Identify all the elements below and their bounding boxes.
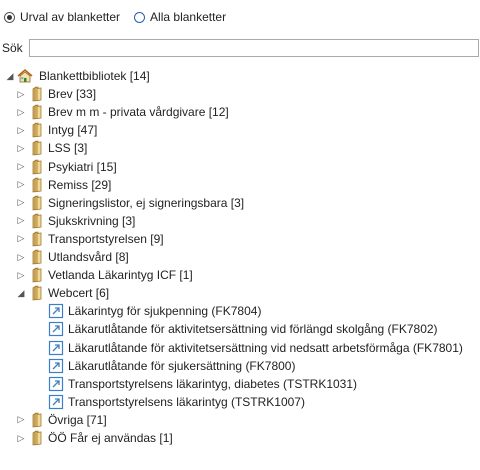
expand-arrow-icon[interactable]: ▷ (14, 212, 28, 230)
folder-icon (28, 86, 44, 102)
expand-arrow-icon[interactable]: ▷ (14, 139, 28, 157)
expand-arrow-icon[interactable]: ▷ (14, 103, 28, 121)
tree-folder-item[interactable]: ▷ Signeringslistor, ej signeringsbara [3] (14, 194, 244, 212)
tree-folder-label: Vetlanda Läkarintyg ICF [1] (48, 268, 193, 283)
folder-icon (28, 412, 44, 428)
tree-folder-label: Brev m m - privata vårdgivare [12] (48, 105, 229, 120)
tree-folder-label: Utlandsvård [8] (48, 250, 129, 264)
tree-folder-item[interactable]: ▷ Sjukskrivning [3] (14, 212, 135, 230)
tree-root-item[interactable]: ◢ Blankettbibliotek [14] (3, 67, 150, 85)
tree-form-item[interactable]: Läkarutlåtande för sjukersättning (FK780… (48, 357, 295, 375)
folder-icon (28, 158, 44, 175)
external-link-icon (48, 340, 64, 356)
search-label: Sök (2, 41, 23, 55)
tree-folder-label: Remiss [29] (48, 177, 112, 192)
folder-icon (28, 213, 44, 229)
expand-arrow-icon[interactable]: ▷ (14, 411, 28, 429)
tree-folder-item[interactable]: ▷ ÖÖ Får ej användas [1] (14, 429, 173, 447)
tree-folder-item[interactable]: ▷ Utlandsvård [8] (14, 248, 129, 266)
tree-folder-label: Psykiatri [15] (48, 159, 117, 174)
folder-icon (28, 122, 44, 138)
expand-arrow-icon[interactable]: ▷ (14, 248, 28, 266)
tree-form-label: Läkarintyg för sjukpenning (FK7804) (68, 304, 262, 319)
tree-form-label: Läkarutlåtande för aktivitetsersättning … (68, 340, 463, 355)
tree-form-item[interactable]: Transportstyrelsens läkarintyg (TSTRK100… (48, 393, 305, 411)
tree-folder-item[interactable]: ▷ Transportstyrelsen [9] (14, 230, 164, 248)
expand-arrow-icon[interactable]: ▷ (14, 230, 28, 248)
tree-folder-label: Signeringslistor, ej signeringsbara [3] (48, 195, 245, 210)
tree-form-item[interactable]: Transportstyrelsens läkarintyg, diabetes… (48, 375, 357, 393)
external-link-icon (48, 394, 64, 410)
external-link-icon (48, 376, 64, 392)
folder-icon (28, 176, 44, 193)
folder-icon (28, 249, 44, 265)
collapse-arrow-icon[interactable]: ◢ (3, 67, 17, 85)
expand-arrow-icon[interactable]: ▷ (14, 85, 28, 103)
radio-selected-icon[interactable] (4, 11, 15, 23)
tree-folder-label: Sjukskrivning [3] (48, 213, 136, 228)
folder-icon (28, 231, 44, 247)
search-input[interactable] (29, 39, 479, 57)
folder-icon (28, 140, 44, 156)
folder-icon (28, 285, 44, 301)
radio-alla[interactable]: Alla blanketter (134, 10, 226, 24)
home-icon (17, 68, 33, 84)
search-bar: Sök (2, 37, 480, 59)
external-link-icon (48, 358, 64, 374)
tree-folder-label: Transportstyrelsen [9] (48, 231, 164, 246)
tree-folder-label: LSS [3] (48, 141, 88, 156)
collapse-arrow-icon[interactable]: ◢ (14, 284, 28, 302)
folder-icon (28, 430, 44, 446)
tree-form-item[interactable]: Läkarintyg för sjukpenning (FK7804) (48, 302, 261, 320)
expand-arrow-icon[interactable]: ▷ (14, 194, 28, 212)
tree-folder-label: ÖÖ Får ej användas [1] (48, 431, 173, 445)
radio-urval-label: Urval av blanketter (20, 10, 121, 24)
tree-folder-item[interactable]: ▷ Remiss [29] (14, 176, 111, 194)
tree-folder-item[interactable]: ▷ Brev m m - privata vårdgivare [12] (14, 103, 229, 121)
tree-folder-label: Intyg [47] (48, 123, 98, 138)
expand-arrow-icon[interactable]: ▷ (14, 176, 28, 194)
expand-arrow-icon[interactable]: ▷ (14, 266, 28, 284)
external-link-icon (48, 321, 64, 337)
expand-arrow-icon[interactable]: ▷ (14, 121, 28, 139)
tree-form-label: Transportstyrelsens läkarintyg (TSTRK100… (68, 394, 305, 409)
tree-form-label: Transportstyrelsens läkarintyg, diabetes… (68, 376, 358, 391)
radio-unselected-icon[interactable] (134, 11, 146, 23)
tree-folder-item[interactable]: ▷ Vetlanda Läkarintyg ICF [1] (14, 266, 193, 284)
tree-folder-label: Övriga [71] (48, 412, 107, 427)
tree-form-label: Läkarutlåtande för sjukersättning (FK780… (68, 358, 296, 373)
expand-arrow-icon[interactable]: ▷ (14, 158, 28, 176)
tree-folder-item[interactable]: ▷ Psykiatri [15] (14, 158, 117, 176)
tree-folder-item[interactable]: ▷ Övriga [71] (14, 411, 107, 429)
tree-folder-item[interactable]: ▷ Intyg [47] (14, 121, 97, 139)
tree-folder-label: Brev [33] (48, 87, 97, 102)
tree-form-item[interactable]: Läkarutlåtande för aktivitetsersättning … (48, 320, 438, 338)
tree-folder-label: Webcert [6] (48, 286, 110, 301)
expand-arrow-icon[interactable]: ▷ (14, 429, 28, 447)
tree-folder-item[interactable]: ◢ Webcert [6] (14, 284, 109, 302)
folder-icon (28, 267, 44, 283)
tree-folder-item[interactable]: ▷ LSS [3] (14, 139, 87, 157)
radio-urval[interactable]: Urval av blanketter (4, 10, 120, 24)
tree-root-label: Blankettbibliotek [14] (39, 69, 150, 83)
folder-icon (28, 104, 44, 120)
tree-folder-item[interactable]: ▷ Brev [33] (14, 85, 96, 103)
radio-alla-label: Alla blanketter (150, 10, 227, 24)
tree-form-item[interactable]: Läkarutlåtande för aktivitetsersättning … (48, 339, 463, 357)
external-link-icon (48, 303, 64, 319)
folder-icon (28, 194, 44, 211)
tree-form-label: Läkarutlåtande för aktivitetsersättning … (68, 322, 438, 337)
form-filter-radio-group: Urval av blanketter Alla blanketter (4, 9, 240, 25)
